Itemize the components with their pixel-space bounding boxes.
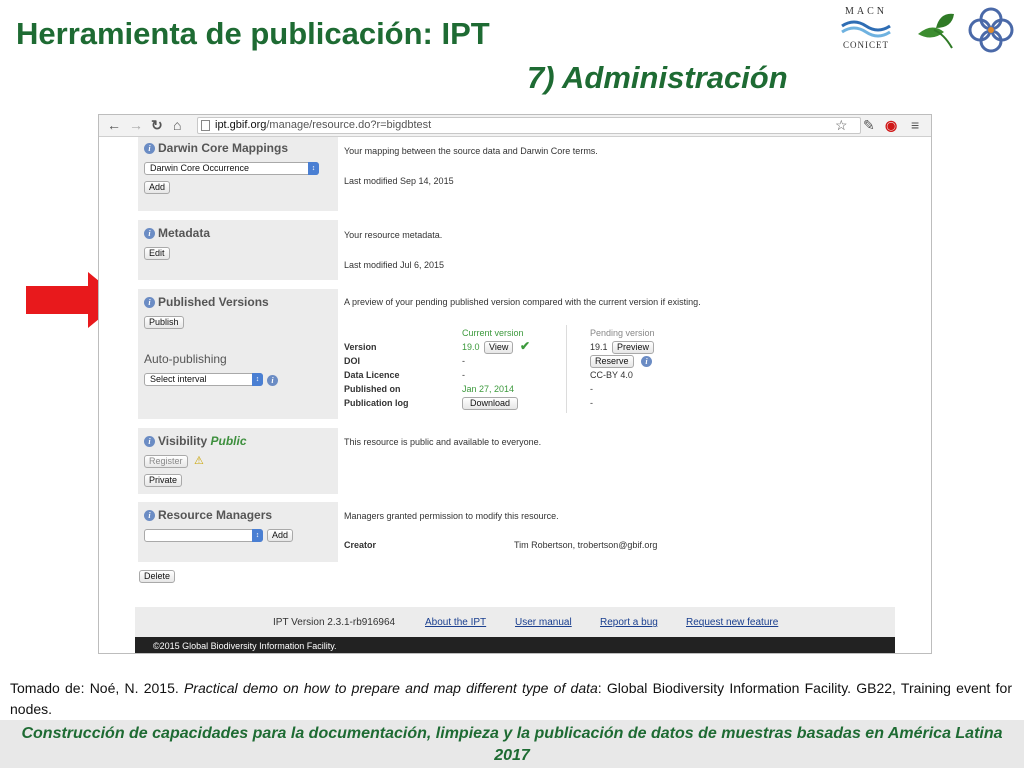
metadata-title: i Metadata bbox=[144, 226, 210, 240]
darwin-core-modified: Last modified Sep 14, 2015 bbox=[344, 176, 454, 186]
publish-button[interactable]: Publish bbox=[144, 316, 184, 329]
current-version-value: 19.0 bbox=[462, 342, 480, 352]
ipt-footer: IPT Version 2.3.1-rb916964 About the IPT… bbox=[135, 607, 895, 637]
info-icon[interactable]: i bbox=[144, 436, 155, 447]
metadata-modified: Last modified Jul 6, 2015 bbox=[344, 260, 445, 270]
view-button[interactable]: View bbox=[484, 341, 514, 354]
bookmark-star-icon[interactable]: ☆ bbox=[835, 117, 848, 133]
visibility-panel: i Visibility Public Register ⚠ Private bbox=[138, 428, 338, 494]
chevron-updown-icon: ↕ bbox=[252, 373, 263, 386]
browser-window: ← → ↻ ⌂ ipt.gbif.org/manage/resource.do?… bbox=[98, 114, 932, 654]
current-published-value: Jan 27, 2014 bbox=[462, 384, 515, 394]
pending-version-value: 19.1 bbox=[590, 342, 608, 352]
metadata-panel: i Metadata Edit bbox=[138, 220, 338, 280]
ipt-manage-page: i Darwin Core Mappings Darwin Core Occurr… bbox=[135, 137, 895, 653]
logos: MACN CONICET bbox=[834, 4, 1016, 54]
metadata-description: Your resource metadata. bbox=[344, 230, 443, 240]
creator-value: Tim Robertson, trobertson@gbif.org bbox=[514, 540, 658, 550]
page-icon bbox=[201, 120, 210, 131]
visibility-description: This resource is public and available to… bbox=[344, 437, 542, 447]
published-versions-description: A preview of your pending published vers… bbox=[344, 297, 701, 307]
warning-icon: ⚠ bbox=[194, 455, 204, 467]
pending-version-header: Pending version bbox=[590, 328, 655, 338]
info-icon[interactable]: i bbox=[267, 375, 278, 386]
pending-log-value: - bbox=[590, 398, 593, 408]
darwin-core-description: Your mapping between the source data and… bbox=[344, 146, 598, 156]
preview-button[interactable]: Preview bbox=[612, 341, 655, 354]
darwin-core-title: i Darwin Core Mappings bbox=[144, 141, 288, 155]
info-icon[interactable]: i bbox=[144, 228, 155, 239]
macn-conicet-logo: MACN CONICET bbox=[834, 4, 898, 54]
auto-publishing-label: Auto-publishing bbox=[144, 352, 227, 366]
visibility-status: Public bbox=[210, 434, 247, 448]
home-icon[interactable]: ⌂ bbox=[173, 117, 181, 133]
opera-icon[interactable]: ◉ bbox=[885, 117, 897, 133]
metadata-edit-button[interactable]: Edit bbox=[144, 247, 170, 260]
doi-label: DOI bbox=[344, 356, 361, 366]
info-icon[interactable]: i bbox=[144, 143, 155, 154]
slide-title: Herramienta de publicación: IPT bbox=[16, 16, 490, 51]
info-icon[interactable]: i bbox=[144, 510, 155, 521]
ipt-copyright: ©2015 Global Biodiversity Information Fa… bbox=[135, 637, 895, 653]
interval-select[interactable]: Select interval ↕ bbox=[144, 373, 263, 386]
ipt-version: IPT Version 2.3.1-rb916964 bbox=[273, 617, 396, 628]
download-button[interactable]: Download bbox=[462, 397, 518, 410]
current-version-header: Current version bbox=[462, 328, 524, 338]
browser-toolbar: ← → ↻ ⌂ ipt.gbif.org/manage/resource.do?… bbox=[99, 115, 931, 137]
published-versions-title: i Published Versions bbox=[144, 295, 269, 309]
managers-description: Managers granted permission to modify th… bbox=[344, 511, 559, 521]
publication-log-label: Publication log bbox=[344, 398, 409, 408]
request-feature-link[interactable]: Request new feature bbox=[686, 617, 778, 628]
darwin-core-panel: i Darwin Core Mappings Darwin Core Occurr… bbox=[138, 137, 338, 211]
url-host: ipt.gbif.org bbox=[215, 119, 267, 131]
back-icon[interactable]: ← bbox=[107, 117, 121, 133]
citation: Tomado de: Noé, N. 2015. Practical demo … bbox=[10, 680, 1012, 717]
creator-label: Creator bbox=[344, 540, 377, 550]
info-icon[interactable]: i bbox=[641, 356, 652, 367]
resource-managers-title: i Resource Managers bbox=[144, 508, 272, 522]
slide-subtitle: 7) Administración bbox=[527, 60, 788, 95]
register-button[interactable]: Register bbox=[144, 455, 188, 468]
url-path: /manage/resource.do?r=bigdbtest bbox=[266, 119, 432, 131]
managers-add-button[interactable]: Add bbox=[267, 529, 294, 542]
resource-managers-panel: i Resource Managers ↕ Add bbox=[138, 502, 338, 562]
reload-icon[interactable]: ↻ bbox=[151, 117, 163, 133]
published-on-label: Published on bbox=[344, 384, 401, 394]
user-manual-link[interactable]: User manual bbox=[515, 617, 572, 628]
rings-logo-icon bbox=[968, 7, 1014, 53]
current-licence-value: - bbox=[462, 370, 465, 380]
delete-button[interactable]: Delete bbox=[139, 570, 176, 583]
macn-logo-text: MACN bbox=[844, 6, 887, 17]
chevron-updown-icon: ↕ bbox=[252, 529, 263, 542]
pending-published-value: - bbox=[590, 384, 593, 394]
menu-icon[interactable]: ≡ bbox=[911, 117, 919, 133]
bottom-banner-text: Construcción de capacidades para la docu… bbox=[21, 725, 1003, 764]
current-doi-value: - bbox=[462, 356, 465, 366]
eyedropper-icon[interactable]: ✎ bbox=[863, 117, 875, 133]
published-versions-panel: i Published Versions Publish Auto-publish… bbox=[138, 289, 338, 419]
wave-icon bbox=[841, 20, 891, 38]
managers-select[interactable]: ↕ bbox=[144, 529, 263, 542]
report-bug-link[interactable]: Report a bug bbox=[600, 617, 658, 628]
leaf-logo-icon bbox=[918, 13, 954, 49]
visibility-title: i Visibility Public bbox=[144, 434, 247, 448]
version-label: Version bbox=[344, 342, 377, 352]
conicet-logo-text: CONICET bbox=[843, 40, 889, 50]
reserve-button[interactable]: Reserve bbox=[590, 355, 634, 368]
darwin-core-select[interactable]: Darwin Core Occurrence ↕ bbox=[144, 162, 319, 175]
bottom-banner: Construcción de capacidades para la docu… bbox=[0, 720, 1024, 768]
data-licence-label: Data Licence bbox=[344, 370, 400, 380]
info-icon[interactable]: i bbox=[144, 297, 155, 308]
pending-licence-value: CC-BY 4.0 bbox=[590, 370, 633, 380]
version-divider bbox=[566, 325, 567, 413]
chevron-updown-icon: ↕ bbox=[308, 162, 319, 175]
private-button[interactable]: Private bbox=[144, 474, 183, 487]
darwin-core-add-button[interactable]: Add bbox=[144, 181, 171, 194]
forward-icon[interactable]: → bbox=[129, 117, 143, 133]
address-bar[interactable]: ipt.gbif.org/manage/resource.do?r=bigdbt… bbox=[197, 117, 861, 134]
about-ipt-link[interactable]: About the IPT bbox=[425, 617, 486, 628]
checkmark-icon: ✔ bbox=[520, 339, 531, 353]
